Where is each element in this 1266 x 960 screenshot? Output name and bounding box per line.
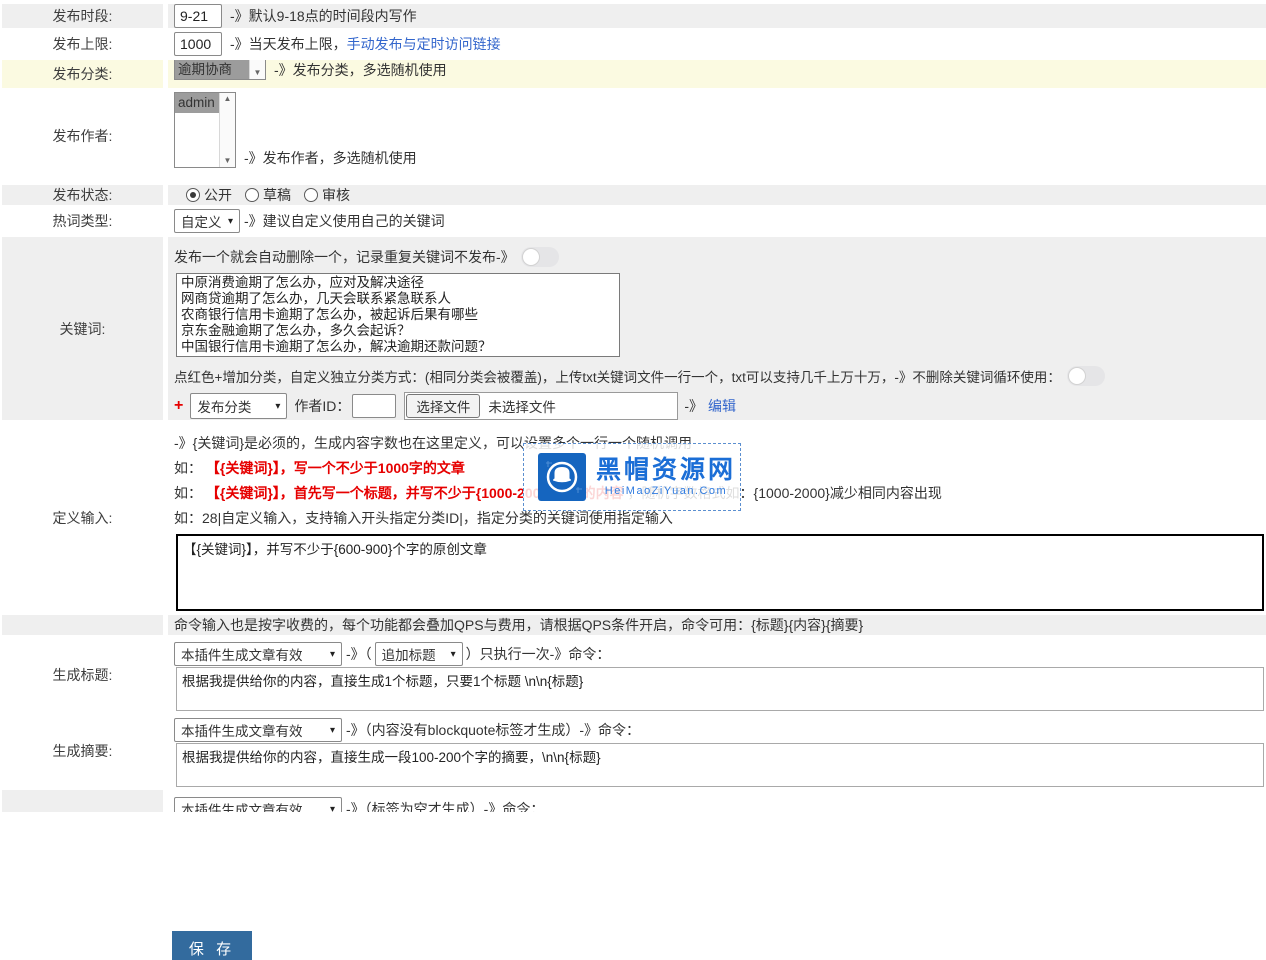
publish-time-desc: -》默认9-18点的时间段内写作 xyxy=(230,6,417,26)
publish-time-input[interactable] xyxy=(174,4,222,28)
select-value: 发布分类 xyxy=(197,396,251,416)
form-row-publish-time: 发布时段: -》默认9-18点的时间段内写作 xyxy=(2,4,1266,28)
plugin-settings-page: 发布时段: -》默认9-18点的时间段内写作 发布上限: -》当天发布上限， 手… xyxy=(0,0,1266,960)
radio-label: 审核 xyxy=(322,185,350,205)
author-id-input[interactable] xyxy=(352,394,396,418)
radio-icon xyxy=(304,188,318,202)
gen-title-mid2: ）只执行一次-》命令： xyxy=(466,644,611,664)
publish-category-desc: -》发布分类，多选随机使用 xyxy=(274,60,447,80)
gen-title-mode-select[interactable]: 本插件生成文章有效 ▾ xyxy=(174,642,342,666)
publish-limit-desc: -》当天发布上限， xyxy=(230,34,347,54)
scroll-up-icon[interactable]: ▲ xyxy=(224,95,232,103)
empty-label xyxy=(2,790,163,812)
keyword-loop-toggle[interactable] xyxy=(1067,366,1105,386)
dedupe-toggle[interactable] xyxy=(521,247,559,267)
radio-label: 公开 xyxy=(204,185,232,205)
form-row-publish-category: 发布分类: 不分类 网贷逾期 信用卡逾期 逾期协商 ▲ ▼ -》发布分类，多选随… xyxy=(2,60,1266,88)
form-row-gen-abstract: 生成摘要: 本插件生成文章有效 ▾ -》（内容没有blockquote标签才生成… xyxy=(2,715,1266,787)
form-row-keywords: 关键词: 发布一个就会自动删除一个，记录重复关键词不发布-》 中原消费逾期了怎么… xyxy=(2,237,1266,420)
radio-draft[interactable]: 草稿 xyxy=(245,185,291,205)
file-status-text: 未选择文件 xyxy=(488,396,556,416)
chevron-down-icon: ▾ xyxy=(228,216,233,227)
toggle-knob-icon xyxy=(1068,367,1086,385)
listbox-scrollbar[interactable]: ▲ ▼ xyxy=(249,60,265,79)
chevron-down-icon: ▾ xyxy=(330,649,335,660)
choose-file-button[interactable]: 选择文件 xyxy=(406,394,480,418)
keywords-hint-text: 点红色+增加分类，自定义独立分类方式：(相同分类会被覆盖)，上传txt关键词文件… xyxy=(174,366,1061,386)
hotword-type-label: 热词类型: xyxy=(2,209,163,233)
radio-label: 草稿 xyxy=(263,185,291,205)
category-option[interactable]: 逾期协商 xyxy=(175,60,249,79)
edit-link[interactable]: 编辑 xyxy=(708,396,736,416)
form-row-publish-status: 发布状态: 公开 草稿 审核 xyxy=(2,185,1266,205)
gen-abstract-mid: -》（内容没有blockquote标签才生成）-》命令： xyxy=(346,720,640,740)
form-row-gen-tag-partial: 本插件生成文章有效 ▾ -》（标签为空才生成）-》命令： xyxy=(2,790,1266,812)
save-button[interactable]: 保 存 xyxy=(172,931,252,960)
add-category-button[interactable]: + xyxy=(174,397,183,415)
publish-author-label: 发布作者: xyxy=(2,92,163,180)
gen-tag-mid: -》（标签为空才生成）-》命令： xyxy=(346,799,544,812)
watermark: 黑帽资源网 HeiMaoZiYuan.Com xyxy=(523,443,741,511)
author-id-label: 作者ID： xyxy=(294,396,350,416)
form-row-publish-limit: 发布上限: -》当天发布上限， 手动发布与定时访问链接 xyxy=(2,32,1266,56)
publish-limit-input[interactable] xyxy=(174,32,222,56)
keywords-toggle-desc: 发布一个就会自动删除一个，记录重复关键词不发布-》 xyxy=(174,247,515,267)
gen-abstract-command-textarea[interactable]: 根据我提供给你的内容，直接生成一段100-200个字的摘要，\n\n{标题} xyxy=(176,743,1264,787)
category-multiselect[interactable]: 不分类 网贷逾期 信用卡逾期 逾期协商 ▲ ▼ xyxy=(174,60,266,80)
select-value: 追加标题 xyxy=(382,644,436,664)
gen-abstract-mode-select[interactable]: 本插件生成文章有效 ▾ xyxy=(174,718,342,742)
define-input-label: 定义输入: xyxy=(2,425,163,611)
chevron-down-icon: ▾ xyxy=(330,804,335,813)
example-prefix: 如： xyxy=(174,460,202,476)
manual-publish-link[interactable]: 手动发布与定时访问链接 xyxy=(347,34,501,54)
gen-title-append-select[interactable]: 追加标题 ▾ xyxy=(375,642,463,666)
chevron-down-icon: ▾ xyxy=(275,401,280,412)
listbox-scrollbar[interactable]: ▲ ▼ xyxy=(219,93,235,167)
keywords-label: 关键词: xyxy=(2,237,163,420)
empty-label xyxy=(2,615,163,635)
publish-category-label: 发布分类: xyxy=(2,60,163,88)
gen-title-mid1: -》（ xyxy=(346,644,372,664)
publish-author-desc: -》发布作者，多选随机使用 xyxy=(244,148,417,168)
example-red-text: 【{关键词}】，写一个不少于1000字的文章 xyxy=(206,460,465,476)
gen-abstract-label: 生成摘要: xyxy=(2,715,163,787)
scroll-down-icon[interactable]: ▼ xyxy=(254,69,262,77)
select-value: 本插件生成文章有效 xyxy=(181,644,303,664)
radio-selected-icon xyxy=(186,188,200,202)
example-prefix: 如： xyxy=(174,485,202,501)
form-row-hotword-type: 热词类型: 自定义 ▾ -》建议自定义使用自己的关键词 xyxy=(2,209,1266,233)
publish-limit-label: 发布上限: xyxy=(2,32,163,56)
radio-public[interactable]: 公开 xyxy=(186,185,232,205)
gen-title-command-textarea[interactable]: 根据我提供给你的内容，直接生成1个标题，只要1个标题 \n\n{标题} xyxy=(176,667,1264,711)
scroll-down-icon[interactable]: ▼ xyxy=(224,157,232,165)
watermark-title: 黑帽资源网 xyxy=(596,457,736,483)
form-row-publish-author: 发布作者: admin ▲ ▼ -》发布作者，多选随机使用 xyxy=(2,92,1266,180)
toggle-knob-icon xyxy=(522,248,540,266)
chevron-down-icon: ▾ xyxy=(330,725,335,736)
publish-status-label: 发布状态: xyxy=(2,185,163,205)
form-row-command-note: 命令输入也是按字收费的，每个功能都会叠加QPS与费用，请根据QPS条件开启，命令… xyxy=(2,615,1266,635)
define-input-textarea[interactable]: 【{关键词}】，并写不少于{600-900}个字的原创文章 xyxy=(176,534,1264,611)
keywords-textarea[interactable]: 中原消费逾期了怎么办，应对及解决途径 网商贷逾期了怎么办，几天会联系紧急联系人 … xyxy=(176,273,620,357)
command-note-text: 命令输入也是按字收费的，每个功能都会叠加QPS与费用，请根据QPS条件开启，命令… xyxy=(174,615,863,635)
publish-time-label: 发布时段: xyxy=(2,4,163,28)
gen-title-label: 生成标题: xyxy=(2,639,163,711)
black-hat-logo-icon xyxy=(538,453,586,501)
select-value: 自定义 xyxy=(181,211,222,231)
radio-review[interactable]: 审核 xyxy=(304,185,350,205)
gen-tag-mode-select[interactable]: 本插件生成文章有效 ▾ xyxy=(174,797,342,812)
author-option[interactable]: admin xyxy=(175,93,219,113)
select-value: 本插件生成文章有效 xyxy=(181,720,303,740)
hotword-type-select[interactable]: 自定义 ▾ xyxy=(174,209,240,233)
hotword-type-desc: -》建议自定义使用自己的关键词 xyxy=(244,211,445,231)
author-multiselect[interactable]: admin ▲ ▼ xyxy=(174,92,236,168)
keyword-category-select[interactable]: 发布分类 ▾ xyxy=(190,393,287,419)
select-value: 本插件生成文章有效 xyxy=(181,799,303,812)
radio-icon xyxy=(245,188,259,202)
form-row-gen-title: 生成标题: 本插件生成文章有效 ▾ -》（ 追加标题 ▾ ）只执行一次-》命令：… xyxy=(2,639,1266,711)
edit-arrow-text: -》 xyxy=(684,396,703,416)
keyword-file-input[interactable]: 选择文件 未选择文件 xyxy=(404,392,678,420)
watermark-subtitle: HeiMaoZiYuan.Com xyxy=(605,485,727,497)
chevron-down-icon: ▾ xyxy=(451,649,456,660)
